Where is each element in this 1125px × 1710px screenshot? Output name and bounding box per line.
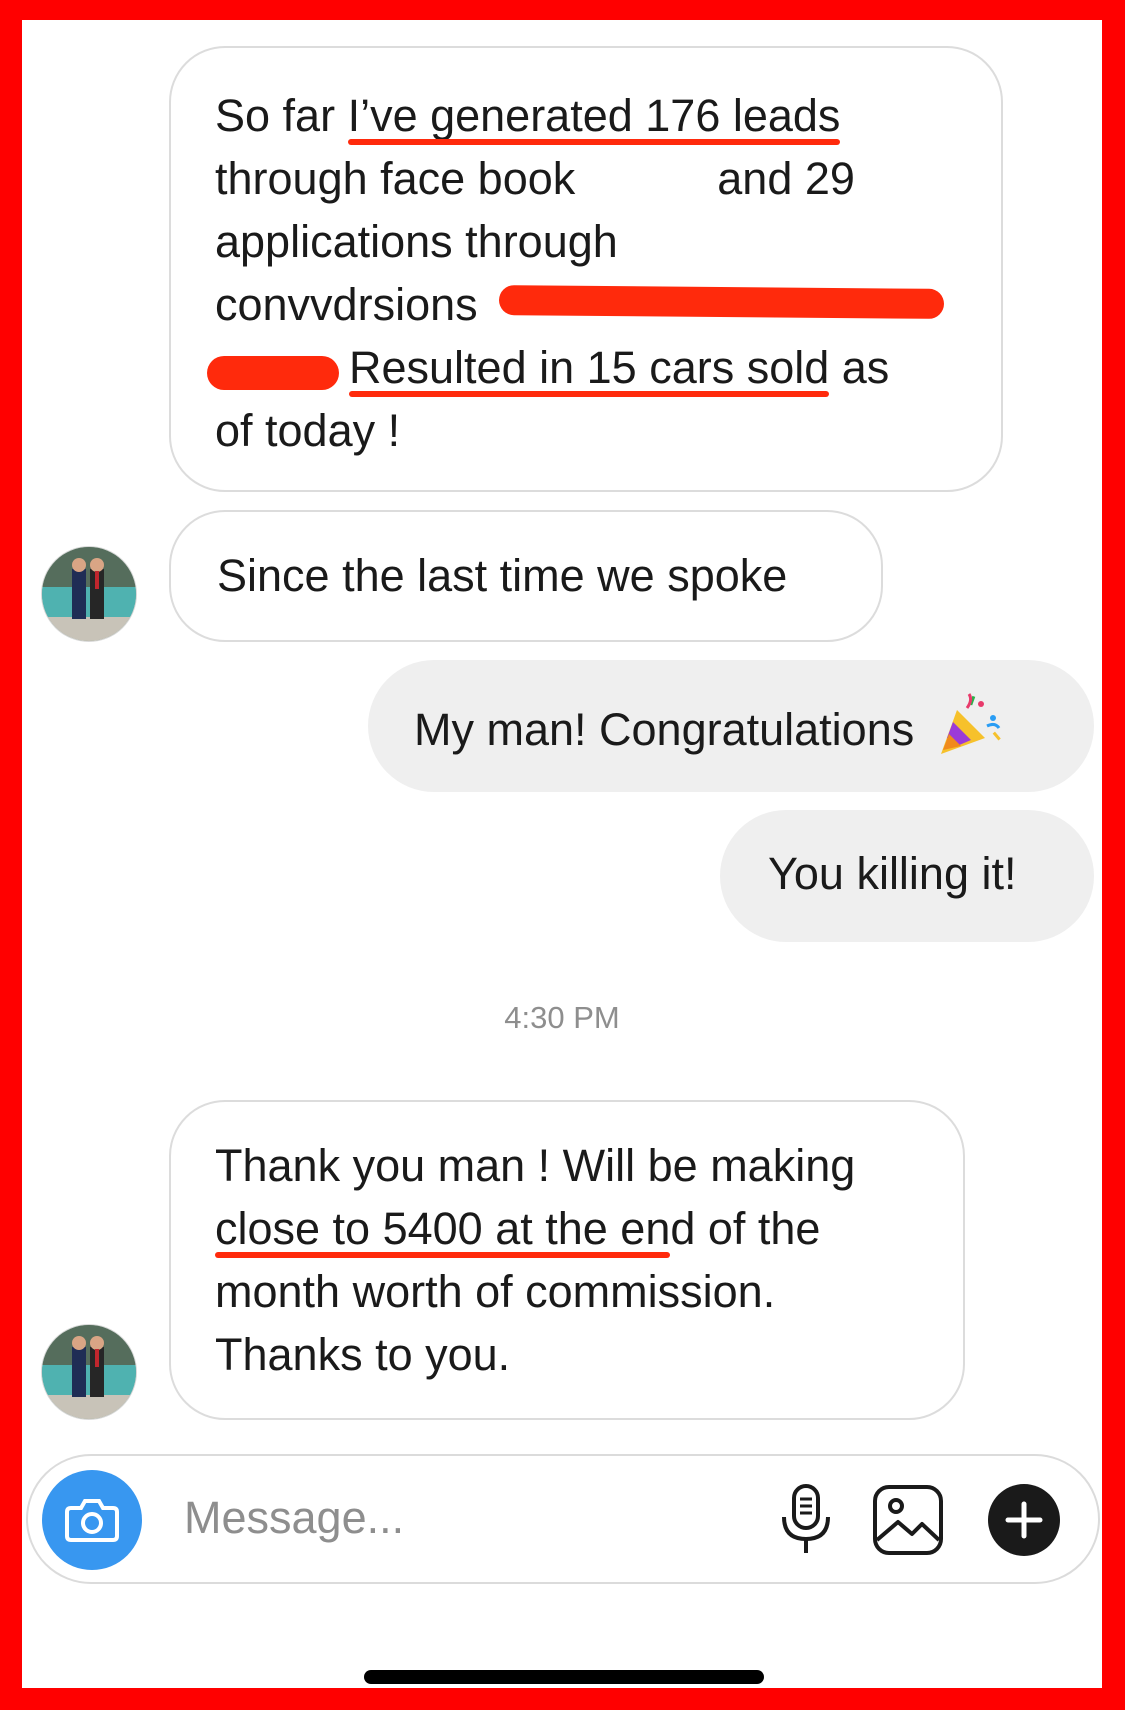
message-line: convvdrsions [215, 273, 957, 336]
outgoing-message-bubble[interactable]: You killing it! [720, 810, 1094, 942]
chat-screen: So far I’ve generated 176 leads through … [22, 20, 1102, 1688]
message-input[interactable]: Message... [184, 1492, 404, 1544]
incoming-message-bubble[interactable]: Since the last time we spoke [169, 510, 883, 642]
gallery-icon [873, 1485, 943, 1555]
message-text: You killing it! [768, 848, 1017, 899]
plus-icon [1005, 1501, 1043, 1539]
avatar-photo-icon [42, 547, 136, 641]
outgoing-message-bubble[interactable]: My man! Congratulations [368, 660, 1094, 792]
underlined-text: Resulted in 15 cars sold [349, 336, 830, 399]
incoming-message-bubble[interactable]: So far I’ve generated 176 leads through … [169, 46, 1003, 492]
incoming-message-bubble[interactable]: Thank you man ! Will be making close to … [169, 1100, 965, 1420]
message-text: d of the [670, 1203, 821, 1254]
gallery-button[interactable] [870, 1482, 946, 1558]
microphone-icon [782, 1484, 830, 1553]
message-line: applications through [215, 210, 957, 273]
message-text: Thank you man ! Will be making [215, 1140, 856, 1191]
home-indicator[interactable] [364, 1670, 764, 1684]
message-text: convvdrsions [215, 279, 478, 330]
message-line: Resulted in 15 cars sold as [207, 336, 957, 399]
camera-icon [65, 1499, 119, 1542]
party-popper-icon [937, 692, 1003, 774]
microphone-button[interactable] [768, 1482, 844, 1558]
message-text: and 29 [717, 153, 855, 204]
message-line: So far I’ve generated 176 leads [215, 84, 957, 147]
message-text: My man! Congratulations [414, 703, 915, 755]
avatar-photo-icon [42, 1325, 136, 1419]
message-line: through face book and 29 [215, 147, 957, 210]
message-timestamp: 4:30 PM [504, 1000, 620, 1035]
underlined-text: I’ve generated 176 leads [347, 84, 840, 147]
message-text: as [829, 342, 890, 393]
message-text: applications through [215, 216, 618, 267]
plus-button[interactable] [988, 1484, 1060, 1556]
message-text: of today ! [215, 405, 401, 456]
message-text: through face book [215, 153, 576, 204]
message-text: So far [215, 90, 348, 141]
message-text: Since the last time we spoke [217, 550, 788, 601]
message-line: of today ! [215, 399, 957, 462]
underlined-text: close to 5400 at the en [215, 1197, 671, 1260]
message-composer: Message... [26, 1454, 1100, 1584]
message-text: Thanks to you. [215, 1329, 511, 1380]
redaction-scribble [207, 356, 339, 390]
camera-button[interactable] [42, 1470, 142, 1570]
message-text: month worth of commission. [215, 1266, 776, 1317]
contact-avatar[interactable] [41, 1324, 137, 1420]
redaction-scribble [498, 285, 945, 319]
contact-avatar[interactable] [41, 546, 137, 642]
message-line: close to 5400 at the end of the [215, 1197, 919, 1260]
